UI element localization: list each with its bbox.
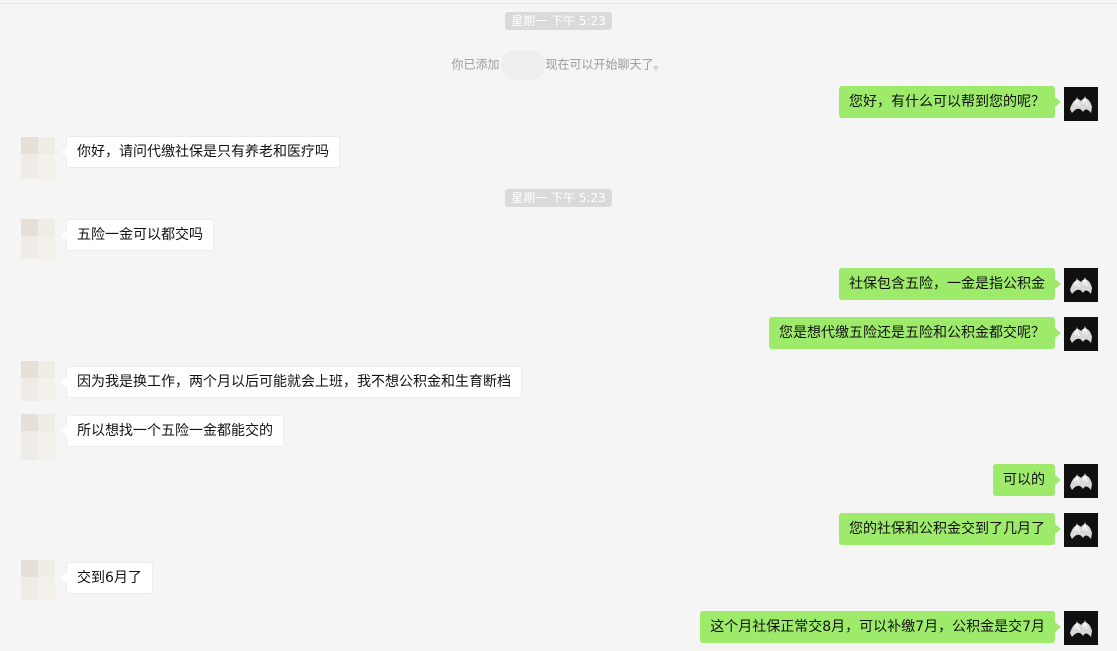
- message-text: 交到6月了: [77, 570, 142, 586]
- sent-message-bubble[interactable]: 您的社保和公积金交到了几月了: [839, 513, 1061, 545]
- my-avatar[interactable]: [1064, 87, 1098, 121]
- system-notice: 你已添加 现在可以开始聊天了。: [0, 50, 1117, 80]
- sent-message-bubble[interactable]: 社保包含五险，一金是指公积金: [839, 268, 1061, 300]
- message-text: 您的社保和公积金交到了几月了: [849, 521, 1045, 537]
- message-text: 这个月社保正常交8月，可以补缴7月，公积金是交7月: [710, 619, 1045, 635]
- timestamp: 星期一 下午 5:23: [0, 10, 1117, 30]
- my-avatar-image: [1064, 464, 1098, 498]
- my-avatar-image: [1064, 87, 1098, 121]
- contact-avatar[interactable]: [21, 560, 55, 600]
- received-message-bubble[interactable]: 五险一金可以都交吗: [61, 219, 214, 251]
- my-avatar-image: [1064, 611, 1098, 645]
- my-avatar[interactable]: [1064, 611, 1098, 645]
- received-message-bubble[interactable]: 因为我是换工作，两个月以后可能就会上班，我不想公积金和生育断档: [61, 366, 522, 398]
- sent-message-bubble[interactable]: 这个月社保正常交8月，可以补缴7月，公积金是交7月: [700, 611, 1061, 643]
- my-avatar[interactable]: [1064, 268, 1098, 302]
- timestamp-label: 星期一 下午 5:23: [505, 189, 612, 207]
- system-notice-prefix: 你已添加: [451, 57, 500, 72]
- my-avatar-image: [1064, 513, 1098, 547]
- message-text: 您好，有什么可以帮到您的呢？: [849, 94, 1045, 110]
- timestamp-label: 星期一 下午 5:23: [505, 12, 612, 30]
- my-avatar[interactable]: [1064, 317, 1098, 351]
- message-text: 你好，请问代缴社保是只有养老和医疗吗: [77, 144, 329, 160]
- top-divider: [0, 3, 1117, 4]
- my-avatar-image: [1064, 317, 1098, 351]
- sent-message-bubble[interactable]: 您好，有什么可以帮到您的呢？: [839, 86, 1061, 118]
- message-text: 可以的: [1003, 472, 1045, 488]
- blurred-contact-name: [500, 50, 545, 80]
- my-avatar[interactable]: [1064, 464, 1098, 498]
- timestamp: 星期一 下午 5:23: [0, 187, 1117, 207]
- contact-avatar[interactable]: [21, 414, 55, 460]
- received-message-bubble[interactable]: 所以想找一个五险一金都能交的: [61, 415, 284, 447]
- received-message-bubble[interactable]: 你好，请问代缴社保是只有养老和医疗吗: [61, 136, 340, 168]
- sent-message-bubble[interactable]: 您是想代缴五险还是五险和公积金都交呢？: [769, 317, 1061, 349]
- sent-message-bubble[interactable]: 可以的: [993, 464, 1061, 496]
- my-avatar-image: [1064, 268, 1098, 302]
- system-notice-suffix: 现在可以开始聊天了。: [545, 57, 666, 72]
- contact-avatar[interactable]: [21, 137, 55, 179]
- my-avatar[interactable]: [1064, 513, 1098, 547]
- contact-avatar[interactable]: [21, 361, 55, 401]
- message-text: 您是想代缴五险还是五险和公积金都交呢？: [779, 325, 1045, 341]
- message-text: 社保包含五险，一金是指公积金: [849, 276, 1045, 292]
- message-text: 因为我是换工作，两个月以后可能就会上班，我不想公积金和生育断档: [77, 374, 511, 390]
- received-message-bubble[interactable]: 交到6月了: [61, 562, 153, 594]
- contact-avatar[interactable]: [21, 219, 55, 259]
- message-text: 五险一金可以都交吗: [77, 227, 203, 243]
- message-text: 所以想找一个五险一金都能交的: [77, 423, 273, 439]
